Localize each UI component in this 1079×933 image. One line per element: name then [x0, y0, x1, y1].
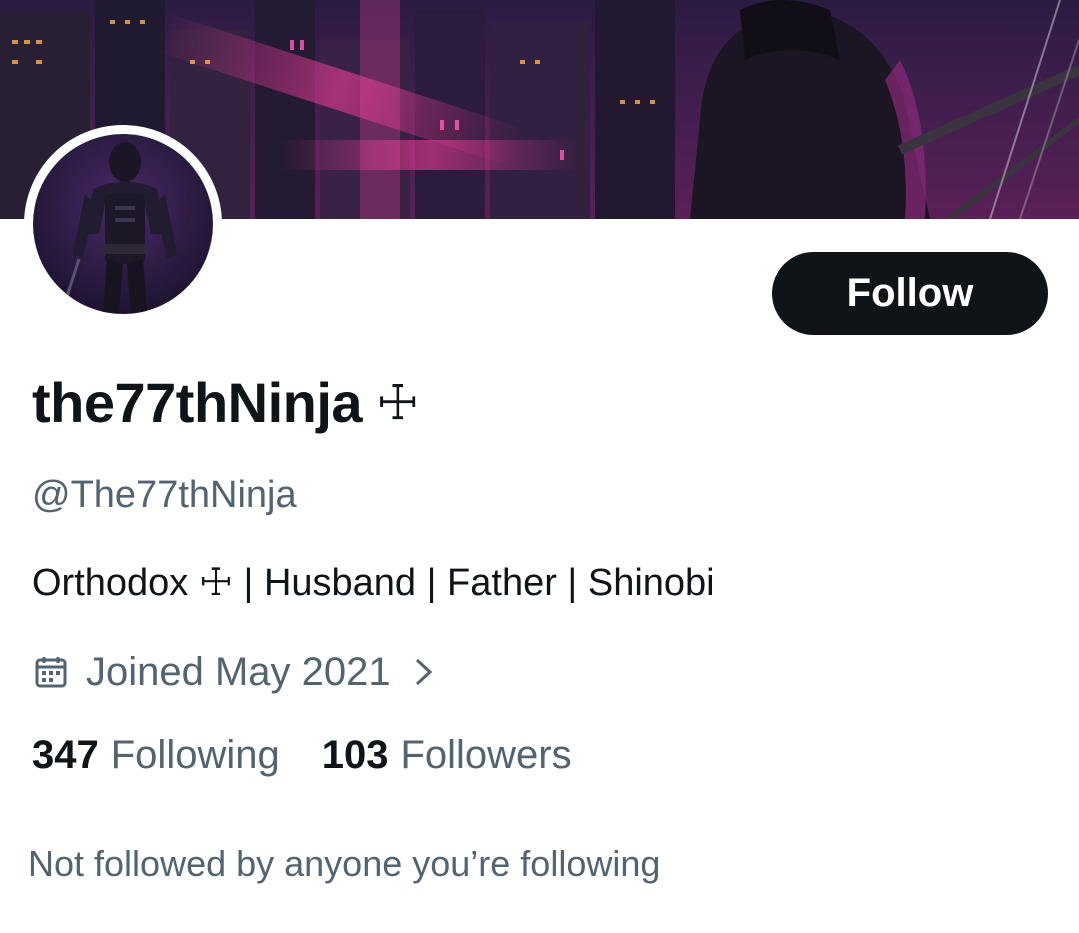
avatar[interactable] [33, 134, 213, 314]
avatar-image [61, 142, 177, 314]
display-name: the77thNinja [32, 371, 363, 434]
avatar-border [24, 125, 222, 323]
followers-link[interactable]: 103 Followers [322, 733, 572, 778]
bio-text-end: | Husband | Father | Shinobi [232, 562, 715, 604]
following-label: Following [110, 733, 280, 777]
joined-date: Joined May 2021 [86, 649, 391, 694]
joined-date-link[interactable]: Joined May 2021 [34, 648, 435, 696]
follow-stats: 347 Following 103 Followers [32, 733, 572, 778]
bio-text-start: Orthodox [32, 562, 199, 604]
mutual-followers-note: Not followed by anyone you’re following [28, 843, 661, 884]
chevron-right-icon [415, 658, 432, 686]
bio-cross-icon: ☩ [198, 560, 233, 604]
orthodox-cross-icon: ☩ [376, 374, 419, 431]
calendar-icon [35, 657, 67, 688]
bio: Orthodox ☩ | Husband | Father | Shinobi [32, 560, 715, 605]
followers-label: Followers [400, 733, 572, 777]
display-name-row: the77thNinja ☩ [32, 370, 419, 435]
user-handle: @The77thNinja [32, 474, 297, 516]
following-link[interactable]: 347 Following [32, 733, 280, 778]
follow-button[interactable]: Follow [772, 252, 1048, 335]
following-count: 347 [32, 733, 99, 777]
followers-count: 103 [321, 733, 389, 777]
